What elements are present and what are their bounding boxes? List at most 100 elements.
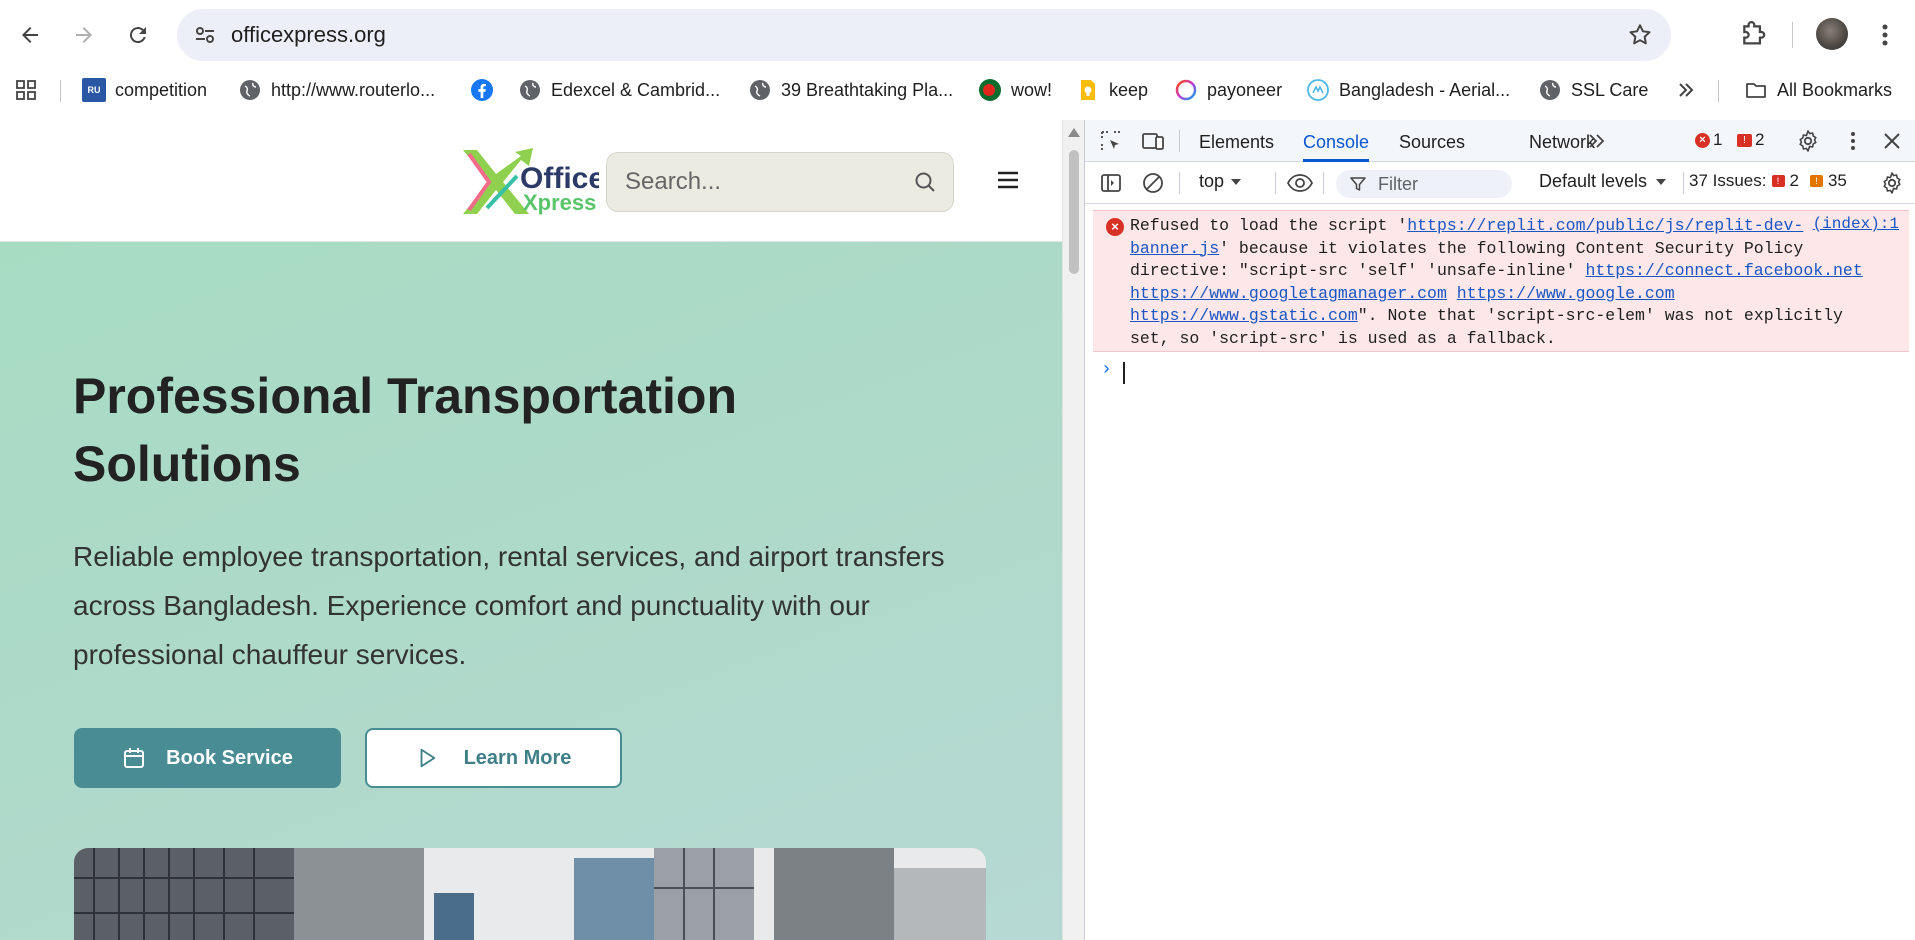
bookmark-bangladesh-aerial[interactable]: Bangladesh - Aerial...: [1306, 76, 1510, 104]
bookmark-competition[interactable]: RU competition: [82, 76, 207, 104]
site-search-input[interactable]: [625, 153, 895, 211]
page-scrollbar[interactable]: [1062, 120, 1084, 940]
scroll-up-arrow-icon[interactable]: [1068, 128, 1080, 137]
console-input[interactable]: ›: [1101, 360, 1901, 388]
console-toolbar: top Filter Default levels 37 Issues: ! 2…: [1085, 162, 1915, 204]
log-levels-dropdown[interactable]: Default levels: [1539, 171, 1667, 192]
site-info-icon[interactable]: [193, 23, 217, 47]
arrow-left-icon: [22, 27, 38, 43]
address-bar[interactable]: officexpress.org: [177, 9, 1671, 61]
forward-button[interactable]: [64, 15, 104, 55]
dropdown-arrow-icon: [1656, 178, 1667, 185]
bookmark-facebook[interactable]: [470, 76, 494, 104]
facebook-icon: [471, 79, 493, 101]
error-link[interactable]: https://www.google.com: [1457, 284, 1675, 303]
issues-counter[interactable]: 37 Issues: ! 2 ! 35: [1689, 171, 1847, 191]
reload-icon: [129, 27, 146, 44]
menu-hamburger-icon[interactable]: [994, 166, 1022, 194]
ru-favicon-icon: RU: [82, 78, 106, 102]
tab-sources[interactable]: Sources: [1399, 120, 1465, 162]
url-text[interactable]: officexpress.org: [231, 23, 386, 47]
bookmarks-divider: [1718, 80, 1719, 102]
dropdown-arrow-icon: [1231, 178, 1242, 185]
error-counter[interactable]: × 1: [1695, 130, 1722, 150]
more-bookmarks-button[interactable]: [1674, 76, 1698, 104]
hero-city-image: [74, 848, 986, 940]
bookmark-routerlogin[interactable]: http://www.routerlo...: [238, 76, 435, 104]
settings-gear-icon[interactable]: [1796, 129, 1820, 153]
prompt-chevron-icon: ›: [1101, 360, 1112, 380]
error-source-link[interactable]: (index):1: [1813, 215, 1899, 233]
globe-icon: [1540, 80, 1560, 100]
hero-description: Reliable employee transportation, rental…: [73, 541, 945, 670]
bookmark-edexcel[interactable]: Edexcel & Cambrid...: [518, 76, 720, 104]
context-value: top: [1199, 171, 1225, 191]
live-expression-eye-icon[interactable]: [1286, 171, 1314, 195]
officexpress-logo[interactable]: Office Xpress: [459, 146, 605, 218]
book-service-button[interactable]: Book Service: [74, 728, 341, 788]
page-viewport: Office Xpress Professional Transportatio…: [0, 120, 1062, 940]
globe-icon: [520, 80, 540, 100]
apps-grid-icon: [16, 80, 36, 100]
inspect-element-icon[interactable]: [1099, 129, 1123, 153]
warning-counter[interactable]: ! 2: [1737, 130, 1764, 150]
warning-count: 2: [1755, 130, 1765, 149]
close-devtools-icon[interactable]: [1880, 129, 1904, 153]
devtools-menu-icon[interactable]: [1841, 129, 1865, 153]
payoneer-icon: [1175, 79, 1197, 101]
issues-warning-count: 35: [1827, 171, 1847, 190]
tab-console[interactable]: Console: [1303, 120, 1370, 162]
hero-section: Professional Transportation Solutions Re…: [0, 242, 1062, 940]
bangladesh-flag-icon: [979, 79, 1001, 101]
device-toolbar-icon[interactable]: [1141, 129, 1165, 153]
error-icon: ×: [1695, 132, 1710, 148]
apps-button[interactable]: [14, 76, 38, 104]
city-buildings-image: [74, 848, 986, 940]
console-filter-input[interactable]: Filter: [1336, 170, 1512, 198]
bookmark-payoneer[interactable]: payoneer: [1174, 76, 1282, 104]
extensions-button[interactable]: [1733, 15, 1773, 55]
sidebar-toggle-icon[interactable]: [1099, 171, 1123, 195]
back-button[interactable]: [10, 15, 50, 55]
issues-label: 37 Issues:: [1689, 171, 1767, 190]
bookmark-ssl-care[interactable]: SSL Care: [1538, 76, 1648, 104]
play-icon: [420, 748, 435, 768]
error-link[interactable]: https://www.gstatic.com: [1130, 306, 1358, 325]
console-settings-gear-icon[interactable]: [1880, 171, 1904, 195]
bookmark-wow[interactable]: wow!: [978, 76, 1052, 104]
profile-avatar[interactable]: [1816, 18, 1848, 50]
folder-icon: [1746, 83, 1766, 98]
clear-console-icon[interactable]: [1141, 171, 1165, 195]
reload-button[interactable]: [118, 15, 158, 55]
bookmark-keep[interactable]: keep: [1076, 76, 1148, 104]
text-caret: [1123, 362, 1125, 384]
error-text-part: Refused to load the script ': [1130, 216, 1408, 235]
search-icon[interactable]: [913, 170, 937, 194]
error-text: Refused to load the script 'https://repl…: [1130, 215, 1890, 350]
bookmark-star-icon[interactable]: [1627, 22, 1653, 48]
all-bookmarks-button[interactable]: All Bookmarks: [1744, 76, 1892, 104]
puzzle-icon: [1743, 21, 1766, 45]
bookmark-label: SSL Care: [1571, 79, 1649, 100]
chrome-menu-button[interactable]: [1870, 15, 1900, 55]
tab-elements[interactable]: Elements: [1199, 120, 1274, 162]
bookmarks-divider: [60, 80, 61, 102]
bookmark-label: Edexcel & Cambrid...: [551, 79, 721, 100]
hero-title: Professional Transportation Solutions: [73, 368, 738, 492]
logo-mark-icon: Office Xpress: [463, 148, 605, 215]
learn-more-button[interactable]: Learn More: [365, 728, 622, 788]
bookmark-label: keep: [1109, 79, 1149, 100]
issue-warning-icon: !: [1809, 175, 1823, 187]
more-tabs-chevron-icon[interactable]: [1585, 129, 1609, 153]
bookmark-label: Bangladesh - Aerial...: [1339, 79, 1511, 100]
error-link[interactable]: https://www.googletagmanager.com: [1130, 284, 1447, 303]
error-icon: ×: [1106, 218, 1124, 236]
bookmark-breathtaking[interactable]: 39 Breathtaking Pla...: [748, 76, 953, 104]
browser-toolbar: officexpress.org RU competition http://w…: [0, 0, 1915, 120]
aerial-icon: [1307, 79, 1329, 101]
scrollbar-thumb[interactable]: [1069, 150, 1079, 274]
console-error-message: × Refused to load the script 'https://re…: [1093, 210, 1909, 352]
arrow-right-icon: [76, 27, 92, 43]
error-link[interactable]: https://connect.facebook.net: [1585, 261, 1862, 280]
context-selector[interactable]: top: [1199, 171, 1242, 192]
